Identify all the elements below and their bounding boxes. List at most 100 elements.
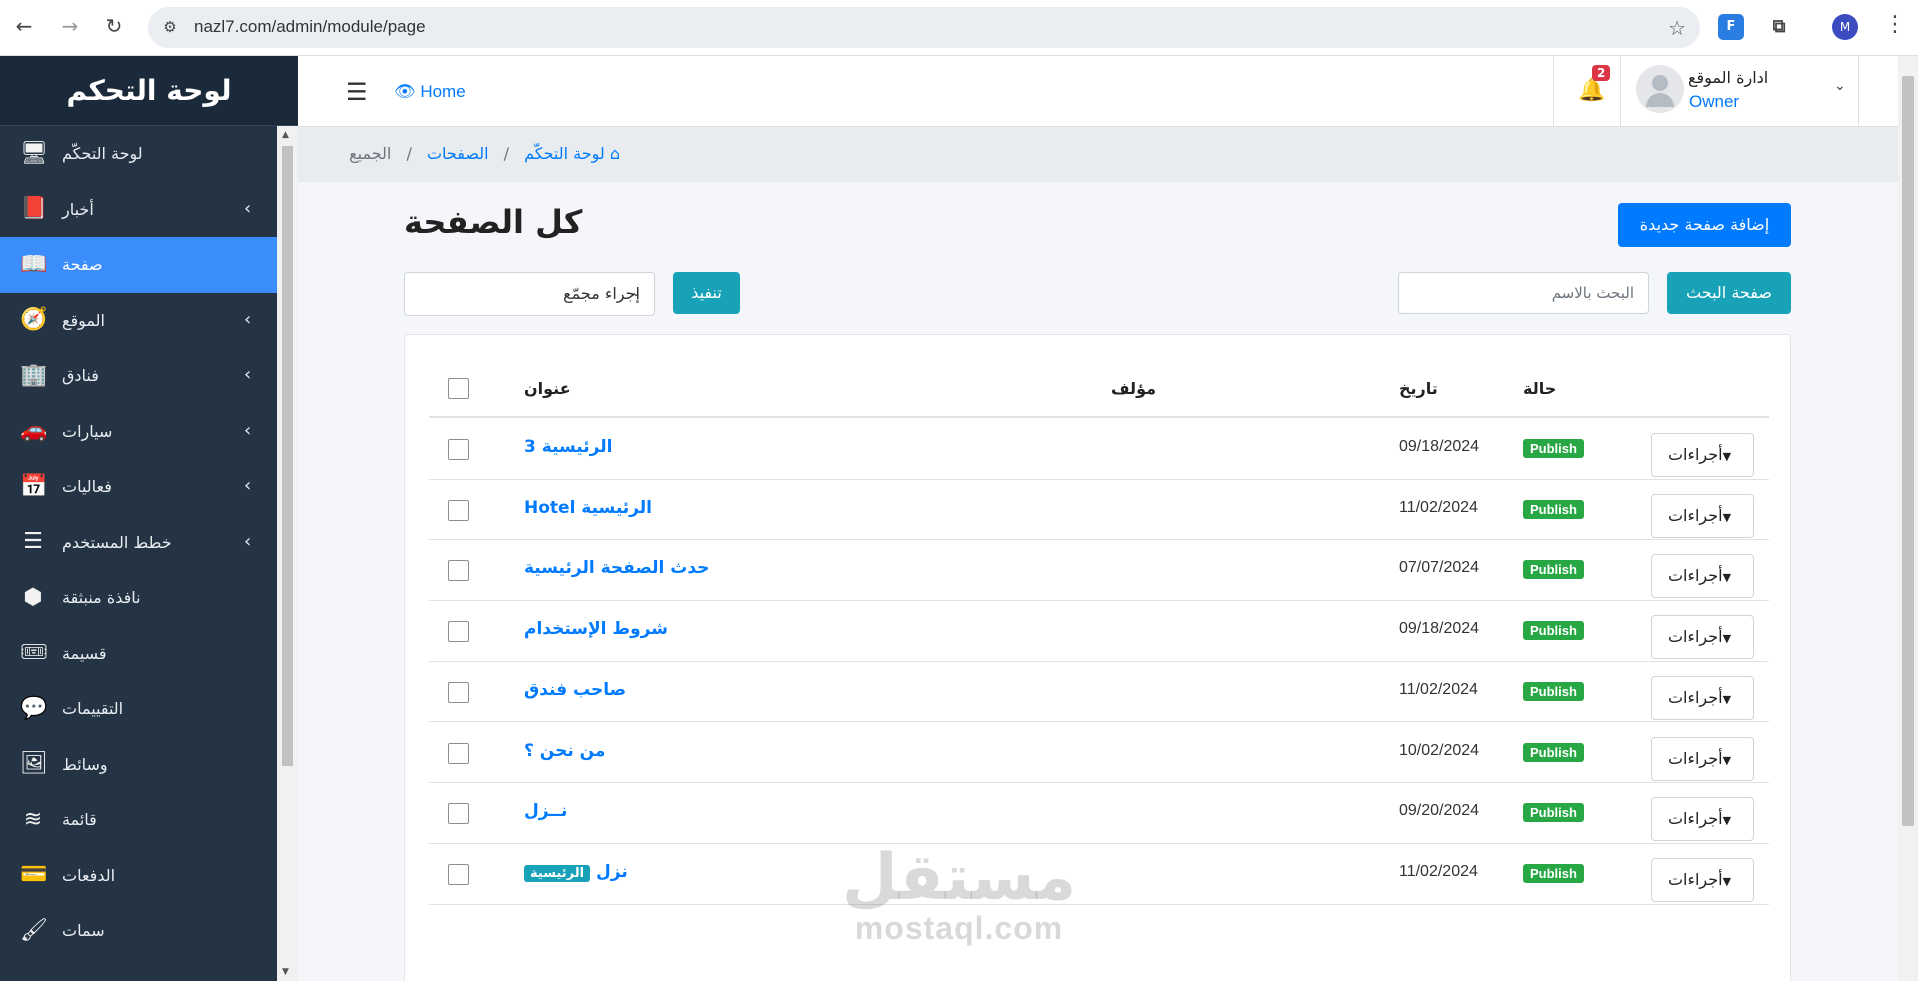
forward-arrow-icon[interactable]: → [56, 12, 84, 40]
browser-menu-icon[interactable]: ⋮ [1884, 12, 1906, 37]
scroll-down-icon[interactable]: ▼ [282, 967, 289, 977]
caret-down-icon: ▼ [1722, 510, 1732, 524]
open-book-icon: 📖 [20, 251, 48, 277]
sidebar-item[interactable]: 🎟 قسيمة [0, 626, 277, 682]
row-actions-dropdown[interactable]: أجراءات▼ [1651, 433, 1754, 477]
breadcrumb-home-label: لوحة التحكّم [524, 144, 605, 163]
sidebar: لوحة التحكم 🖥 لوحة التحكّم 📕 أخبار ‹ 📖 صفحة 🧭 ال… [0, 56, 298, 981]
chevron-down-icon[interactable]: ⌄ [1834, 78, 1846, 94]
row-checkbox[interactable] [448, 863, 469, 885]
sidebar-item[interactable]: 📕 أخبار ‹ [0, 182, 277, 238]
row-date: 11/02/2024 [1399, 498, 1478, 516]
back-arrow-icon[interactable]: ← [10, 12, 38, 40]
row-actions-label: أجراءات [1667, 869, 1723, 889]
row-checkbox[interactable] [448, 681, 469, 703]
row-checkbox[interactable] [448, 439, 469, 460]
sidebar-item[interactable]: 📅 فعاليات ‹ [0, 459, 277, 515]
header-date[interactable]: تاريخ [1399, 379, 1438, 398]
sidebar-scrollbar[interactable]: ▲ ▼ [277, 126, 298, 981]
page-title-link[interactable]: الرئيسية Hotel [524, 498, 652, 518]
row-actions-dropdown[interactable]: أجراءات▼ [1651, 675, 1754, 720]
scroll-up-icon[interactable]: ▲ [282, 130, 289, 140]
sidebar-item[interactable]: 🖥 لوحة التحكّم [0, 126, 277, 182]
breadcrumb: ⌂ لوحة التحكّم / الصفحات / الجميع [298, 127, 1898, 182]
search-input[interactable]: البحث بالاسم [1398, 272, 1649, 314]
breadcrumb-home[interactable]: ⌂ لوحة التحكّم [524, 144, 620, 163]
row-actions-label: أجراءات [1667, 505, 1723, 525]
search-button[interactable]: صفحة البحث [1667, 272, 1791, 314]
page-title-link[interactable]: الرئيسية 3 [524, 437, 612, 457]
profile-avatar[interactable]: M [1832, 14, 1858, 40]
sidebar-item[interactable]: 💬 التقييمات [0, 681, 277, 737]
sidebar-item[interactable]: 💳 الدفعات [0, 848, 277, 904]
watermark-latin: mostaql.com [854, 910, 1064, 946]
list-icon: ☰ [23, 529, 43, 555]
sidebar-item[interactable]: 📖 صفحة [0, 237, 277, 293]
header-title[interactable]: عنوان [524, 379, 571, 398]
row-checkbox[interactable] [448, 621, 469, 643]
sidebar-item[interactable]: ⬢ نافذة منبثقة [0, 570, 277, 626]
bookmark-star-icon[interactable]: ☆ [1668, 16, 1686, 40]
breadcrumb-current: الجميع [349, 144, 392, 163]
header-status[interactable]: حالة [1523, 379, 1556, 398]
sidebar-item-label: أخبار [62, 199, 94, 219]
page-title-link[interactable]: صاحب فندق [524, 680, 626, 700]
breadcrumb-pages[interactable]: الصفحات [427, 144, 489, 163]
address-bar[interactable]: ⚙ nazl7.com/admin/module/page ☆ [148, 7, 1700, 48]
row-checkbox[interactable] [448, 560, 469, 582]
chevron-left-icon: ‹ [244, 364, 252, 385]
table-row: الرئيسية Hotel 11/02/2024 Publish أجراءات▼ [429, 480, 1769, 541]
caret-down-icon: ▼ [1722, 692, 1732, 706]
sidebar-item[interactable]: 🚗 سيارات ‹ [0, 404, 277, 460]
sidebar-item[interactable]: 🧭 الموقع ‹ [0, 293, 277, 349]
bulk-action-select[interactable]: إجراء مجمّع ⌄ [404, 272, 655, 316]
page-title-link[interactable]: نــزل [524, 801, 567, 821]
sidebar-item-label: قائمة [62, 810, 97, 830]
row-actions-dropdown[interactable]: أجراءات▼ [1651, 615, 1754, 660]
reload-icon[interactable]: ↻ [100, 12, 128, 40]
row-actions-dropdown[interactable]: أجراءات▼ [1651, 554, 1754, 599]
browser-toolbar: ← → ↻ ⚙ nazl7.com/admin/module/page ☆ F … [0, 0, 1918, 56]
building-icon: 🏢 [20, 362, 48, 388]
puzzle-extensions-icon[interactable]: ⧉ [1766, 14, 1792, 40]
row-actions-label: أجراءات [1667, 748, 1723, 768]
table-row: من نحن ؟ 10/02/2024 Publish أجراءات▼ [429, 723, 1769, 784]
sidebar-scroll-thumb[interactable] [282, 146, 293, 766]
page-scroll-thumb[interactable] [1902, 76, 1914, 826]
row-actions-dropdown[interactable]: أجراءات▼ [1651, 797, 1754, 842]
apply-bulk-action-button[interactable]: تنفيذ [673, 272, 740, 314]
page-title-link[interactable]: شروط الإستخدام [524, 619, 668, 639]
page-title-link[interactable]: من نحن ؟ [524, 741, 605, 761]
row-checkbox[interactable] [448, 803, 469, 825]
user-avatar[interactable] [1636, 65, 1684, 113]
user-name[interactable]: ادارة الموقع [1688, 68, 1768, 87]
row-actions-label: أجراءات [1667, 627, 1723, 647]
header-author[interactable]: مؤلف [1111, 379, 1156, 398]
sidebar-item[interactable]: ≋ قائمة [0, 792, 277, 848]
sidebar-brand[interactable]: لوحة التحكم [0, 56, 298, 126]
row-actions-dropdown[interactable]: أجراءات▼ [1651, 493, 1754, 538]
sidebar-item-label: الموقع [62, 310, 105, 330]
select-all-checkbox[interactable] [448, 378, 469, 399]
row-checkbox[interactable] [448, 742, 469, 764]
page-scrollbar[interactable] [1898, 56, 1918, 981]
row-checkbox[interactable] [448, 499, 469, 521]
sidebar-item[interactable]: ☰ خطط المستخدم ‹ [0, 515, 277, 571]
page-title-link[interactable]: نزل الرئيسية [524, 862, 628, 882]
url-text[interactable]: nazl7.com/admin/module/page [194, 17, 426, 37]
notifications-button[interactable]: 🔔 2 [1553, 56, 1621, 127]
sidebar-item-label: نافذة منبثقة [62, 588, 141, 608]
sidebar-item[interactable]: 🖌 سمات [0, 903, 277, 959]
add-new-page-button[interactable]: إضافة صفحة جديدة [1618, 203, 1791, 247]
row-actions-dropdown[interactable]: أجراءات▼ [1651, 857, 1754, 902]
page-title-link[interactable]: حدث الصفحة الرئيسية [524, 558, 709, 578]
home-link[interactable]: 👁 Home [394, 82, 466, 102]
extension-icon[interactable]: F [1718, 14, 1744, 40]
row-actions-dropdown[interactable]: أجراءات▼ [1651, 736, 1754, 781]
site-info-icon[interactable]: ⚙ [160, 17, 180, 37]
sidebar-item[interactable]: 🏢 فنادق ‹ [0, 348, 277, 404]
hamburger-menu-icon[interactable]: ☰ [346, 78, 368, 106]
page-title-text: شروط الإستخدام [524, 619, 668, 640]
cube-icon: ⬢ [23, 584, 43, 610]
sidebar-item[interactable]: 🖼 وسائط [0, 737, 277, 793]
